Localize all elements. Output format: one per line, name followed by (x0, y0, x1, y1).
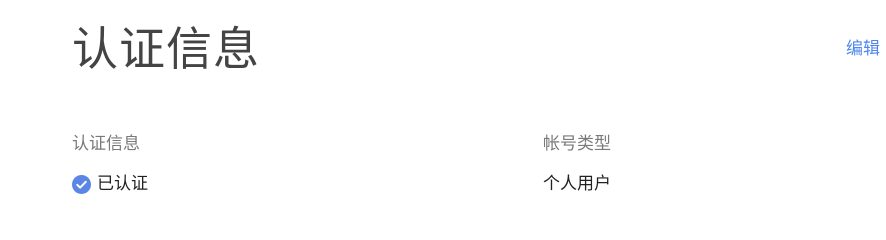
account-type-field: 帐号类型 个人用户 (543, 133, 611, 195)
certification-value: 已认证 (72, 173, 148, 195)
edit-link[interactable]: 编辑 (846, 38, 880, 60)
account-type-value: 个人用户 (543, 173, 611, 195)
page-title: 认证信息 (72, 22, 260, 76)
check-circle-icon (72, 174, 91, 194)
account-type-text: 个人用户 (543, 174, 611, 194)
certification-label: 认证信息 (72, 134, 140, 154)
certification-status-text: 已认证 (97, 174, 148, 194)
account-type-label: 帐号类型 (543, 134, 611, 154)
certification-field: 认证信息 已认证 (72, 133, 148, 195)
